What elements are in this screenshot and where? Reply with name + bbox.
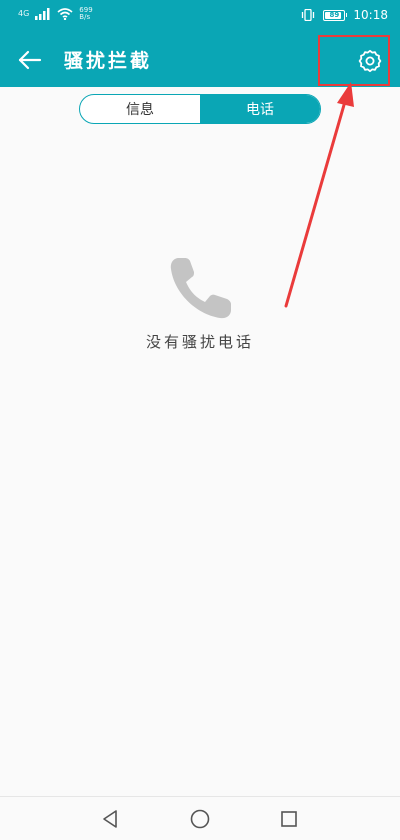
annotation-arrow — [284, 82, 354, 308]
status-bar: 4G 699 B/s 89 10:18 — [0, 0, 400, 32]
app-bar: 骚扰拦截 — [0, 32, 400, 87]
net-speed: 699 B/s — [79, 7, 92, 21]
back-button[interactable] — [14, 44, 46, 76]
status-left: 4G 699 B/s — [18, 7, 93, 21]
nav-back-button[interactable] — [99, 807, 123, 831]
gear-icon — [358, 49, 382, 73]
wifi-icon — [57, 8, 73, 20]
signal-icon — [35, 8, 50, 20]
signal-tag: 4G — [18, 9, 30, 18]
net-speed-unit: B/s — [79, 13, 91, 21]
clock: 10:18 — [353, 8, 388, 22]
nav-home-button[interactable] — [188, 807, 212, 831]
status-right: 89 10:18 — [301, 8, 388, 22]
battery-level: 89 — [329, 11, 340, 19]
tab-messages[interactable]: 信息 — [80, 95, 200, 123]
settings-button[interactable] — [353, 44, 387, 78]
phone-icon — [170, 258, 231, 319]
nav-recents-button[interactable] — [277, 807, 301, 831]
navigation-bar — [0, 796, 400, 840]
square-recents-icon — [281, 811, 297, 827]
vibrate-icon — [302, 9, 315, 21]
tab-calls[interactable]: 电话 — [200, 95, 320, 123]
page-title: 骚扰拦截 — [64, 50, 153, 72]
battery-icon: 89 — [323, 9, 348, 21]
circle-home-icon — [190, 809, 210, 829]
triangle-back-icon — [103, 810, 117, 828]
empty-state-message: 没有骚扰电话 — [145, 333, 254, 351]
header: 4G 699 B/s 89 10:18 骚扰拦截 — [0, 0, 400, 87]
arrow-left-icon — [18, 50, 42, 70]
segmented-tabs: 信息 电话 — [79, 94, 321, 124]
